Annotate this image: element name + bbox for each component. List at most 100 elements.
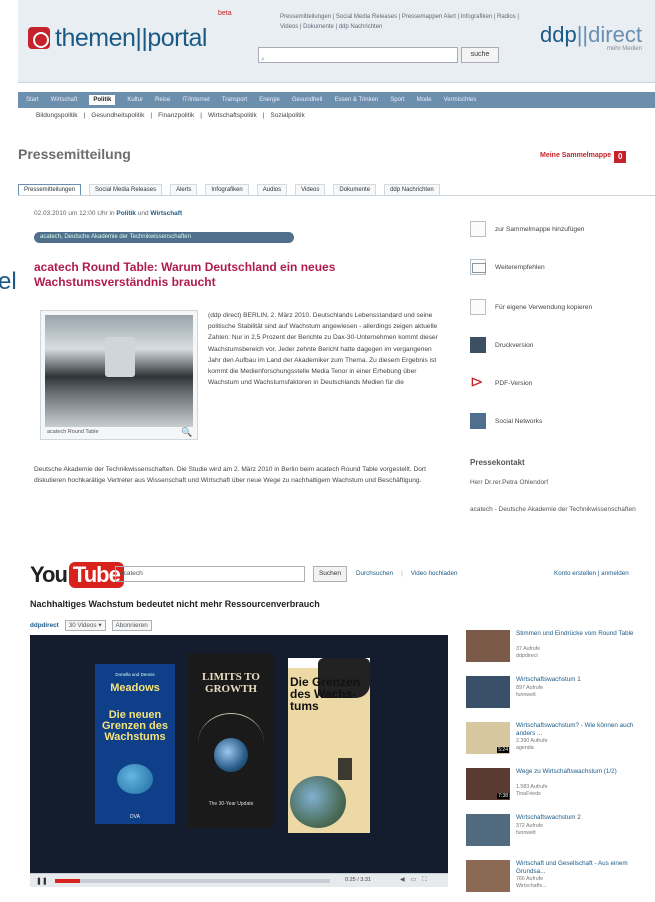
nav-item[interactable]: Start — [26, 97, 39, 103]
video-duration: 7:38 — [497, 793, 509, 799]
nav-item[interactable]: Reise — [155, 97, 170, 103]
related-video-item[interactable]: Wirtschaft und Gesellschaft - Aus einem … — [466, 860, 655, 902]
search-button[interactable]: suche — [461, 47, 499, 63]
related-video-item[interactable]: Stimmen und Eindrücke vom Round Table 37 … — [466, 630, 655, 672]
sammelmappe-link[interactable]: Meine Sammelmappe 0 — [540, 151, 627, 163]
content-tabs: Pressemitteilungen Social Media Releases… — [18, 179, 655, 196]
category-link[interactable]: Wirtschaft — [150, 210, 182, 217]
book-cover-limits-to-growth: LIMITS TO GROWTH The 30-Year Update — [188, 653, 274, 828]
nav-item[interactable]: Sport — [390, 97, 404, 103]
video-player[interactable]: Donella und Dennis Meadows Die neuen Gre… — [30, 635, 448, 873]
add-to-collection-action[interactable]: zur Sammelmappe hinzufügen — [470, 218, 584, 240]
youtube-search-button[interactable]: Suchen — [313, 566, 347, 582]
press-contact-heading: Pressekontakt — [470, 458, 525, 467]
book-cover-grenzen-des-wachstums: Die Grenzen des Wachs-tums — [288, 658, 370, 833]
share-icon — [470, 413, 486, 429]
sub-nav: Bildungspolitik | Gesundheitspolitik | Fin… — [36, 112, 305, 119]
globe-image — [117, 764, 153, 794]
print-action[interactable]: Druckversion — [470, 334, 533, 356]
related-video-title[interactable]: Wirtschaftswachstum 2 — [516, 814, 654, 822]
related-video-user[interactable]: ddpdirect — [516, 653, 538, 660]
tab-social-media-releases[interactable]: Social Media Releases — [89, 184, 163, 195]
youtube-logo[interactable]: You Tube — [30, 562, 124, 588]
time-display: 0:25 / 3:31 — [345, 877, 371, 883]
video-thumbnail[interactable] — [466, 814, 510, 846]
recommend-action[interactable]: Weiterempfehlen — [470, 256, 545, 278]
related-video-title[interactable]: Wege zu Wirtschaftswachstum (1/2) — [516, 768, 654, 776]
tags-bar[interactable]: acatech, Deutsche Akademie der Technikwi… — [34, 232, 294, 243]
pdf-action[interactable]: ⊳ PDF-Version — [470, 372, 532, 394]
browse-link[interactable]: Durchsuchen — [356, 570, 393, 577]
related-video-user[interactable]: TinaFrieds — [516, 791, 541, 798]
related-video-user[interactable]: funnwelt — [516, 692, 536, 699]
article-title: acatech Round Table: Warum Deutschland e… — [34, 260, 336, 289]
article-photo[interactable] — [45, 315, 193, 427]
video-thumbnail[interactable]: 5:24 — [466, 722, 510, 754]
nav-item[interactable]: Energie — [259, 97, 280, 103]
related-video-views: 2.390 Aufrufe — [516, 738, 548, 744]
nav-item[interactable]: IT/Internet — [182, 97, 209, 103]
related-video-title[interactable]: Wirtschaftswachstum 1 — [516, 676, 654, 684]
size-icon[interactable]: ▭ — [411, 877, 423, 883]
search-input[interactable]: ⌕ — [258, 47, 458, 63]
tab-videos[interactable]: Videos — [295, 184, 326, 195]
nav-item[interactable]: Essen & Trinken — [335, 97, 379, 103]
subnav-item[interactable]: Wirtschaftspolitik — [208, 112, 257, 119]
related-video-item[interactable]: 7:38 Wege zu Wirtschaftswachstum (1/2) 1.5… — [466, 768, 655, 810]
seek-bar[interactable] — [55, 879, 330, 883]
video-duration: 5:24 — [497, 747, 509, 753]
video-thumbnail[interactable] — [466, 676, 510, 708]
nav-item[interactable]: Mode — [417, 97, 432, 103]
zoom-icon[interactable]: 🔍 — [181, 427, 192, 438]
subnav-item[interactable]: Finanzpolitik — [158, 112, 194, 119]
video-thumbnail[interactable] — [466, 860, 510, 892]
related-video-user[interactable]: funnwelt — [516, 830, 536, 837]
copy-action[interactable]: Für eigene Verwendung kopieren — [470, 296, 592, 318]
nav-item[interactable]: Wirtschaft — [51, 97, 78, 103]
tab-infografiken[interactable]: Infografiken — [205, 184, 249, 195]
subnav-item[interactable]: Sozialpolitik — [270, 112, 304, 119]
video-title: Nachhaltiges Wachstum bedeutet nicht meh… — [30, 599, 320, 609]
nav-item-active[interactable]: Politik — [89, 95, 116, 105]
pause-icon[interactable]: ❚❚ — [36, 877, 48, 885]
tab-alerts[interactable]: Alerts — [170, 184, 198, 195]
article-body-continued: Deutsche Akademie der Technikwissenschaf… — [34, 466, 426, 485]
related-video-item[interactable]: Wirtschaftswachstum 2 372 Aufrufe funnwelt — [466, 814, 655, 856]
related-video-title[interactable]: Wirtschaft und Gesellschaft - Aus einem … — [516, 860, 654, 875]
volume-icon[interactable]: ◀ — [400, 877, 411, 883]
nav-item[interactable]: Vermischtes — [444, 97, 477, 103]
subnav-item[interactable]: Gesundheitspolitik — [91, 112, 144, 119]
upload-link[interactable]: Video hochladen — [411, 570, 458, 577]
related-video-item[interactable]: 5:24 Wirtschaftswachstum? - Wie können au… — [466, 722, 655, 764]
tab-audios[interactable]: Audios — [256, 184, 288, 195]
ddp-direct-logo[interactable]: ddp||direct mehr Medien — [540, 22, 642, 52]
folder-icon — [470, 221, 486, 237]
video-count-dropdown[interactable]: 30 Videos ▾ — [64, 620, 106, 631]
main-nav: Start Wirtschaft Politik Kultur Reise IT… — [18, 92, 655, 108]
fullscreen-icon[interactable]: ⛶ — [422, 877, 432, 883]
article-photo-box[interactable]: acatech Round Table 🔍 — [40, 310, 198, 440]
subscribe-button[interactable]: Abonnieren — [111, 620, 152, 631]
related-video-user[interactable]: Wirtschafts... — [516, 883, 547, 890]
nav-item[interactable]: Transport — [222, 97, 247, 103]
tab-ddp-nachrichten[interactable]: ddp Nachrichten — [384, 184, 440, 195]
channel-name[interactable]: ddpdirect — [30, 622, 59, 629]
related-video-item[interactable]: Wirtschaftswachstum 1 897 Aufrufe funnwelt — [466, 676, 655, 718]
youtube-search-input[interactable]: acatech — [115, 566, 305, 582]
video-thumbnail[interactable] — [466, 630, 510, 662]
nav-item[interactable]: Kultur — [127, 97, 143, 103]
tab-pressemitteilungen[interactable]: Pressemitteilungen — [18, 184, 82, 195]
nav-item[interactable]: Gesundheit — [292, 97, 323, 103]
account-links[interactable]: Konto erstellen | anmelden — [554, 570, 629, 577]
related-video-title[interactable]: Wirtschaftswachstum? - Wie können auch a… — [516, 722, 654, 737]
document-icon — [470, 299, 486, 315]
tab-dokumente[interactable]: Dokumente — [333, 184, 377, 195]
video-thumbnail[interactable]: 7:38 — [466, 768, 510, 800]
subnav-item[interactable]: Bildungspolitik — [36, 112, 78, 119]
themenportal-logo[interactable]: themen||portal — [28, 24, 207, 53]
related-video-title[interactable]: Stimmen und Eindrücke vom Round Table — [516, 630, 654, 638]
related-video-user[interactable]: agenda — [516, 745, 534, 752]
category-link[interactable]: Politik — [116, 210, 136, 217]
social-networks-action[interactable]: Social Networks — [470, 410, 542, 432]
top-links[interactable]: Pressemitteilungen | Social Media Releas… — [280, 12, 530, 32]
